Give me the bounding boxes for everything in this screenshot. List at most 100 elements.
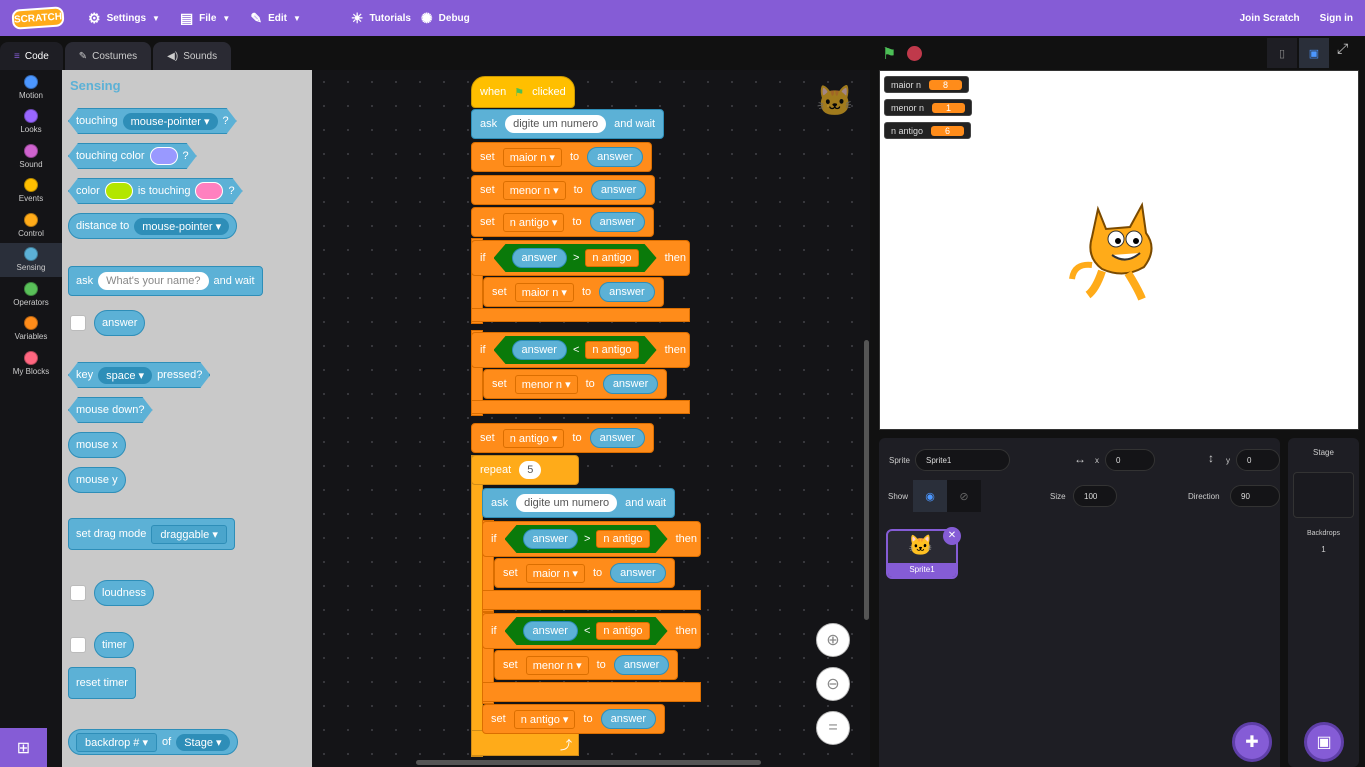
answer-reporter[interactable]: answer: [587, 147, 643, 167]
variable-dropdown[interactable]: n antigo ▾: [502, 428, 565, 448]
color-swatch[interactable]: [195, 182, 223, 200]
mouse-pointer-dropdown[interactable]: mouse-pointer ▾: [134, 217, 230, 235]
object-dropdown[interactable]: Stage ▾: [176, 733, 230, 751]
edit-menu[interactable]: ✎ Edit ▼: [240, 0, 311, 36]
if-then-block[interactable]: if answer > n antigo then: [471, 240, 690, 276]
mouse-pointer-dropdown[interactable]: mouse-pointer ▾: [123, 113, 218, 130]
script-area[interactable]: 🐱 ⤴ when ⚑ clicked ask digite um numero and …: [312, 70, 870, 767]
set-variable-block[interactable]: set maior n ▾ to answer: [494, 558, 675, 588]
mouse-x-reporter[interactable]: mouse x: [68, 432, 126, 458]
touching-block[interactable]: touching mouse-pointer ▾?: [68, 108, 237, 134]
sign-in-link[interactable]: Sign in: [1310, 0, 1365, 36]
timer-checkbox[interactable]: [70, 637, 86, 653]
add-extension-button[interactable]: ⊞: [0, 728, 47, 767]
answer-reporter[interactable]: answer: [599, 282, 655, 302]
if-then-block[interactable]: if answer > n antigo then: [482, 521, 701, 557]
distance-to-block[interactable]: distance to mouse-pointer ▾: [68, 213, 238, 239]
loudness-reporter[interactable]: loudness: [94, 580, 155, 606]
sprite-name-field[interactable]: Sprite1: [915, 449, 1010, 471]
variable-dropdown[interactable]: maior n ▾: [502, 147, 562, 167]
answer-reporter[interactable]: answer: [589, 212, 646, 232]
loudness-checkbox[interactable]: [70, 585, 86, 601]
key-pressed-block[interactable]: key space ▾ pressed?: [68, 362, 210, 388]
key-dropdown[interactable]: space ▾: [98, 367, 152, 384]
stage-canvas[interactable]: maior n8 menor n1 n antigo 6: [879, 70, 1359, 430]
small-stage-button[interactable]: ▯: [1267, 38, 1297, 68]
show-visible-button[interactable]: ◉: [913, 480, 947, 512]
variable-dropdown[interactable]: maior n ▾: [514, 282, 574, 302]
zoom-in-button[interactable]: ⊕: [816, 623, 850, 657]
direction-field[interactable]: 90: [1230, 485, 1280, 507]
show-hidden-button[interactable]: ⊘: [947, 480, 981, 512]
vertical-scrollbar[interactable]: [864, 340, 869, 620]
size-field[interactable]: 100: [1073, 485, 1117, 507]
tab-sounds[interactable]: ◀) Sounds: [153, 42, 232, 70]
settings-menu[interactable]: ⚙ Settings ▼: [78, 0, 170, 36]
stage-selector[interactable]: Stage Backdrops 1: [1288, 438, 1359, 767]
tab-code[interactable]: ≡ Code: [0, 42, 63, 70]
category-sound[interactable]: Sound: [0, 139, 62, 174]
answer-checkbox[interactable]: [70, 315, 86, 331]
category-control[interactable]: Control: [0, 208, 62, 243]
ask-input[interactable]: digite um numero: [505, 115, 607, 133]
debug-button[interactable]: ✺ Debug: [421, 0, 480, 36]
less-than-operator[interactable]: answer < n antigo: [505, 617, 668, 645]
property-dropdown[interactable]: backdrop # ▾: [76, 732, 158, 752]
if-then-block[interactable]: if answer < n antigo then: [482, 613, 701, 649]
variable-dropdown[interactable]: menor n ▾: [525, 655, 589, 675]
timer-reporter[interactable]: timer: [94, 632, 135, 658]
category-events[interactable]: Events: [0, 174, 62, 209]
zoom-reset-button[interactable]: =: [816, 711, 850, 745]
variable-dropdown[interactable]: n antigo ▾: [513, 709, 576, 729]
set-variable-block[interactable]: set maior n ▾ to answer: [483, 277, 664, 307]
answer-reporter[interactable]: answer: [602, 374, 659, 394]
repeat-count-input[interactable]: 5: [519, 461, 542, 479]
join-scratch-link[interactable]: Join Scratch: [1230, 0, 1310, 36]
ask-input[interactable]: digite um numero: [516, 494, 618, 512]
mouse-down-block[interactable]: mouse down?: [68, 397, 153, 423]
greater-than-operator[interactable]: answer > n antigo: [494, 244, 657, 272]
normal-stage-button[interactable]: ▣: [1299, 38, 1329, 68]
set-variable-block[interactable]: set n antigo ▾ to answer: [471, 207, 655, 237]
reset-timer-block[interactable]: reset timer: [68, 667, 136, 699]
backdrop-of-block[interactable]: backdrop # ▾ of Stage ▾: [68, 729, 238, 755]
horizontal-scrollbar[interactable]: [416, 760, 761, 765]
category-sensing[interactable]: Sensing: [0, 242, 62, 277]
drag-mode-dropdown[interactable]: draggable ▾: [151, 524, 227, 544]
add-sprite-button[interactable]: ✚: [1232, 722, 1272, 762]
ask-and-wait-block[interactable]: ask What's your name? and wait: [68, 266, 263, 296]
color-swatch[interactable]: [105, 182, 133, 200]
set-variable-block[interactable]: set n antigo ▾ to answer: [482, 704, 666, 734]
variable-dropdown[interactable]: menor n ▾: [514, 374, 578, 394]
answer-reporter[interactable]: answer: [610, 563, 666, 583]
answer-reporter[interactable]: answer: [590, 180, 647, 200]
delete-sprite-button[interactable]: ✕: [943, 527, 961, 545]
fullscreen-button[interactable]: ⤢: [1337, 40, 1348, 57]
answer-reporter[interactable]: answer: [613, 655, 670, 675]
variable-dropdown[interactable]: maior n ▾: [525, 563, 585, 583]
ask-input[interactable]: What's your name?: [98, 272, 209, 290]
category-looks[interactable]: Looks: [0, 105, 62, 140]
if-then-block[interactable]: if answer < n antigo then: [471, 332, 690, 368]
ask-block[interactable]: ask digite um numero and wait: [471, 109, 665, 139]
scratch-logo[interactable]: SCRATCH: [11, 6, 65, 30]
mouse-y-reporter[interactable]: mouse y: [68, 467, 126, 493]
green-flag-button[interactable]: ⚑: [882, 44, 896, 64]
answer-reporter[interactable]: answer: [589, 428, 646, 448]
tutorials-button[interactable]: ☀ Tutorials: [341, 0, 421, 36]
set-variable-block[interactable]: set menor n ▾ to answer: [471, 175, 656, 205]
variable-dropdown[interactable]: menor n ▾: [502, 180, 566, 200]
touching-color-block[interactable]: touching color?: [68, 143, 197, 169]
set-variable-block[interactable]: set menor n ▾ to answer: [483, 369, 668, 399]
ask-block[interactable]: ask digite um numero and wait: [482, 488, 676, 518]
answer-reporter[interactable]: answer: [94, 310, 146, 336]
zoom-out-button[interactable]: ⊖: [816, 667, 850, 701]
category-motion[interactable]: Motion: [0, 70, 62, 105]
set-variable-block[interactable]: set n antigo ▾ to answer: [471, 423, 655, 453]
add-backdrop-button[interactable]: ▣: [1304, 722, 1344, 762]
color-swatch[interactable]: [150, 147, 178, 165]
category-variables[interactable]: Variables: [0, 312, 62, 347]
y-field[interactable]: 0: [1236, 449, 1280, 471]
stop-button[interactable]: [907, 46, 922, 61]
set-variable-block[interactable]: set menor n ▾ to answer: [494, 650, 679, 680]
